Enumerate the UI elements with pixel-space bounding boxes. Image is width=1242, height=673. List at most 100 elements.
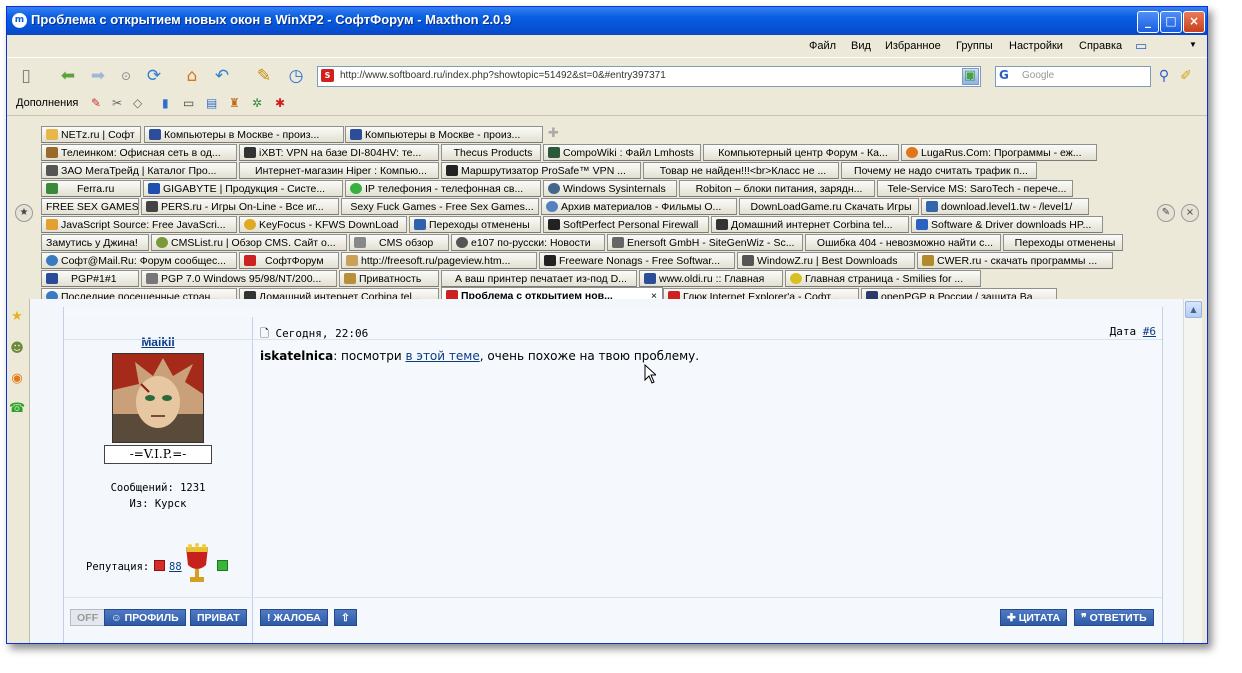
- tab[interactable]: Freeware Nonags - Free Softwar...: [539, 252, 735, 269]
- tab[interactable]: Почему не надо считать трафик п...: [841, 162, 1037, 179]
- tab[interactable]: iXBT: VPN на базе DI-804HV: те...: [239, 144, 439, 161]
- tab[interactable]: JavaScript Source: Free JavaScri...: [41, 216, 237, 233]
- menu-groups[interactable]: Группы: [956, 40, 993, 52]
- reputation-value[interactable]: 88: [169, 561, 182, 573]
- refresh-icon[interactable]: ⟳: [143, 65, 165, 87]
- tab[interactable]: Телеинком: Офисная сеть в од...: [41, 144, 237, 161]
- tab[interactable]: Интернет-магазин Hiper : Компью...: [239, 162, 439, 179]
- addon-eraser-icon[interactable]: ◇: [133, 96, 142, 110]
- tab[interactable]: Переходы отменены: [1003, 234, 1123, 251]
- go-icon[interactable]: ▣: [959, 65, 981, 87]
- tab[interactable]: Ferra.ru: [41, 180, 141, 197]
- tab[interactable]: PGP 7.0 Windows 95/98/NT/200...: [141, 270, 337, 287]
- tab[interactable]: Thecus Products: [441, 144, 541, 161]
- addon-gears-icon[interactable]: ✲: [252, 96, 262, 110]
- addon-star-icon[interactable]: ✱: [275, 96, 285, 110]
- addon-brush-icon[interactable]: ♜: [229, 96, 240, 110]
- reputation-minus-icon[interactable]: [154, 560, 165, 571]
- new-tab-icon[interactable]: ▯: [15, 65, 37, 87]
- back-icon[interactable]: ⬅: [57, 65, 79, 87]
- menu-more-icon[interactable]: ▼: [1189, 40, 1197, 49]
- tab[interactable]: DownLoadGame.ru Скачать Игры: [739, 198, 919, 215]
- favorite-star-icon[interactable]: ★: [15, 204, 33, 222]
- topic-link[interactable]: в этой теме: [405, 349, 479, 363]
- profile-button[interactable]: ☺ ПРОФИЛЬ: [104, 609, 186, 626]
- avatar[interactable]: [112, 353, 204, 443]
- scroll-up-icon[interactable]: ▲: [1185, 301, 1202, 318]
- tab[interactable]: CMSList.ru | Обзор CMS. Сайт о...: [151, 234, 347, 251]
- tab[interactable]: KeyFocus - KFWS DownLoad: [239, 216, 407, 233]
- tab[interactable]: Компьютерный центр Форум - Ка...: [703, 144, 899, 161]
- tab[interactable]: LugaRus.Com: Программы - еж...: [901, 144, 1097, 161]
- menu-settings[interactable]: Настройки: [1009, 40, 1063, 52]
- close-tab-icon[interactable]: ×: [1181, 204, 1199, 222]
- stop-icon[interactable]: ⊙: [115, 65, 137, 87]
- rss-icon[interactable]: ◉: [9, 371, 25, 387]
- url-text[interactable]: http://www.softboard.ru/index.php?showto…: [340, 70, 666, 81]
- tools-icon[interactable]: ✎: [253, 65, 275, 87]
- history-icon[interactable]: ◷: [285, 65, 307, 87]
- tab[interactable]: СофтФорум: [239, 252, 339, 269]
- tab[interactable]: Софт@Mail.Ru: Форум сообщес...: [41, 252, 237, 269]
- tab[interactable]: Tele-Service MS: SaroTech - перече...: [877, 180, 1073, 197]
- tab[interactable]: Переходы отменены: [409, 216, 541, 233]
- tab[interactable]: GIGABYTE | Продукция - Систе...: [143, 180, 343, 197]
- address-bar[interactable]: S http://www.softboard.ru/index.php?show…: [317, 66, 981, 87]
- quote-button[interactable]: ✚ ЦИТАТА: [1000, 609, 1068, 626]
- addons-label[interactable]: Дополнения: [16, 97, 78, 109]
- tab[interactable]: Замутись у Джина!: [41, 234, 149, 251]
- tab[interactable]: http://freesoft.ru/pageview.htm...: [341, 252, 537, 269]
- maximize-button[interactable]: □: [1160, 11, 1182, 33]
- tab[interactable]: CWER.ru - скачать программы ...: [917, 252, 1113, 269]
- tab[interactable]: Компьютеры в Москве - произ...: [144, 126, 344, 143]
- post-permalink[interactable]: #6: [1143, 325, 1156, 338]
- tab[interactable]: IP телефония - телефонная св...: [345, 180, 541, 197]
- search-icon[interactable]: ⚲: [1153, 65, 1175, 87]
- tab[interactable]: Архив материалов - Фильмы О...: [541, 198, 737, 215]
- tab[interactable]: NETz.ru | Софт: [41, 126, 141, 143]
- window-mode-icon[interactable]: ▭: [1135, 38, 1147, 54]
- addon-window-icon[interactable]: ▭: [183, 96, 194, 110]
- tab[interactable]: Товар не найден!!!<br>Класс не ...: [643, 162, 839, 179]
- close-button[interactable]: ×: [1183, 11, 1205, 33]
- menu-favorites[interactable]: Избранное: [885, 40, 941, 52]
- menu-help[interactable]: Справка: [1079, 40, 1122, 52]
- tab[interactable]: FREE SEX GAMES: [41, 198, 139, 215]
- forward-icon[interactable]: ➡: [87, 65, 109, 87]
- tab[interactable]: Windows Sysinternals: [543, 180, 677, 197]
- tab[interactable]: Домашний интернет Corbina tel...: [711, 216, 909, 233]
- tab[interactable]: А ваш принтер печатает из-под D...: [441, 270, 637, 287]
- addon-toolbox-icon[interactable]: ▮: [162, 96, 169, 110]
- tab[interactable]: Sexy Fuck Games - Free Sex Games...: [341, 198, 539, 215]
- tab[interactable]: CMS обзор: [349, 234, 449, 251]
- tab[interactable]: CompoWiki : Файл Lmhosts: [543, 144, 701, 161]
- private-message-button[interactable]: ПРИВАТ: [190, 609, 247, 626]
- tab[interactable]: Robiton – блоки питания, зарядн...: [679, 180, 875, 197]
- tab-tools-icon[interactable]: ✎: [1157, 204, 1175, 222]
- tab[interactable]: WindowZ.ru | Best Downloads: [737, 252, 915, 269]
- add-tab-icon[interactable]: ✚: [548, 126, 559, 141]
- addon-book-icon[interactable]: ▤: [206, 96, 217, 110]
- tab[interactable]: e107 по-русски: Новости: [451, 234, 605, 251]
- chat-icon[interactable]: ☎: [9, 401, 25, 417]
- highlight-icon[interactable]: ✐: [1175, 65, 1197, 87]
- tab[interactable]: SoftPerfect Personal Firewall: [543, 216, 709, 233]
- vertical-scrollbar[interactable]: ▲: [1183, 299, 1202, 643]
- tab[interactable]: www.oldi.ru :: Главная: [639, 270, 783, 287]
- scroll-top-button[interactable]: ⇧: [334, 609, 357, 626]
- menu-view[interactable]: Вид: [851, 40, 871, 52]
- undo-icon[interactable]: ↶: [211, 65, 233, 87]
- minimize-button[interactable]: _: [1137, 11, 1159, 33]
- reputation-plus-icon[interactable]: [217, 560, 228, 571]
- search-box[interactable]: G Google: [995, 66, 1151, 87]
- tab[interactable]: PGP#1#1: [41, 270, 139, 287]
- addon-pen-icon[interactable]: ✎: [91, 96, 101, 110]
- report-button[interactable]: ! ЖАЛОБА: [260, 609, 328, 626]
- tab[interactable]: Enersoft GmbH - SiteGenWiz - Sc...: [607, 234, 803, 251]
- tab[interactable]: PERS.ru - Игры On-Line - Все иг...: [141, 198, 339, 215]
- addon-clip-icon[interactable]: ✂: [112, 96, 122, 110]
- menu-file[interactable]: Файл: [809, 40, 836, 52]
- tab[interactable]: Маршрутизатор ProSafe™ VPN ...: [441, 162, 641, 179]
- home-icon[interactable]: ⌂: [181, 65, 203, 87]
- tab[interactable]: ЗАО МегаТрейд | Каталог Про...: [41, 162, 237, 179]
